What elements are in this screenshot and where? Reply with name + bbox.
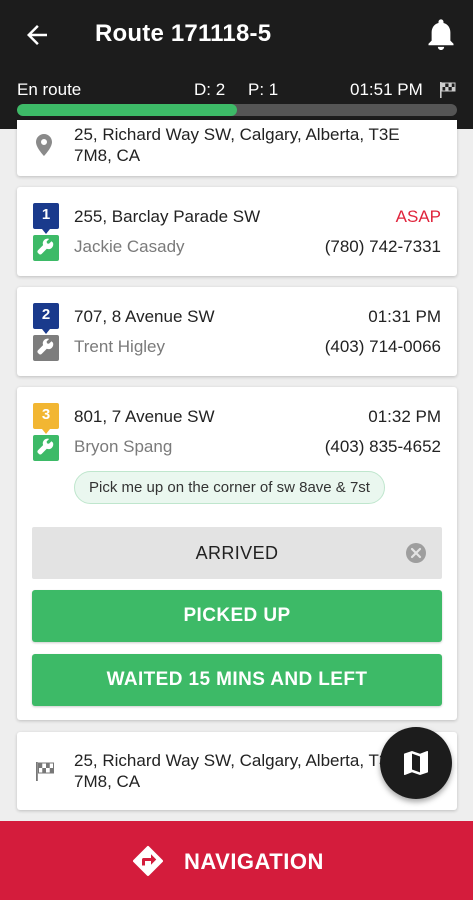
route-progress-fill: [17, 104, 237, 116]
passenger-phone[interactable]: (780) 742-7331: [325, 237, 441, 257]
navigation-turn-icon: [130, 843, 166, 879]
passenger-name: Trent Higley: [74, 337, 166, 356]
map-icon: [404, 751, 428, 775]
stop-time: 01:32 PM: [368, 407, 441, 426]
arrived-label: ARRIVED: [195, 543, 279, 563]
navigation-label: NAVIGATION: [184, 849, 324, 874]
passenger-phone[interactable]: (403) 835-4652: [325, 437, 441, 457]
map-button[interactable]: [380, 727, 452, 799]
navigation-button[interactable]: NAVIGATION: [0, 821, 473, 900]
app-bar: Route 171118-5: [0, 0, 473, 72]
route-progress-bar: [17, 104, 457, 116]
dropoff-count: D: 2: [194, 80, 226, 99]
origin-address: 25, Richard Way SW, Calgary, Alberta, T3…: [74, 125, 400, 165]
stop-address: 707, 8 Avenue SW: [74, 307, 215, 326]
origin-card[interactable]: 25, Richard Way SW, Calgary, Alberta, T3…: [17, 120, 457, 176]
passenger-phone[interactable]: (403) 714-0066: [325, 337, 441, 357]
location-pin-icon: [35, 134, 53, 156]
stop-number-badge: 1: [33, 203, 59, 234]
stop-number-badge: 3: [33, 403, 59, 434]
stop-address: 801, 7 Avenue SW: [74, 407, 215, 426]
back-arrow-icon[interactable]: [22, 20, 52, 50]
waited-and-left-button[interactable]: WAITED 15 MINS AND LEFT: [32, 654, 442, 706]
stop-card-3: 3 801, 7 Avenue SW 01:32 PM Bryon Spang …: [17, 387, 457, 720]
page-title: Route 171118-5: [95, 20, 272, 47]
wrench-icon: [33, 235, 59, 261]
stop-card-2[interactable]: 2 707, 8 Avenue SW 01:31 PM Trent Higley…: [17, 287, 457, 376]
bell-icon[interactable]: [426, 18, 456, 52]
clear-icon[interactable]: [405, 542, 427, 564]
passenger-note: Pick me up on the corner of sw 8ave & 7s…: [74, 471, 385, 504]
stop-time: 01:31 PM: [368, 307, 441, 326]
stop-number-badge: 2: [33, 303, 59, 334]
pickup-count: P: 1: [248, 80, 279, 99]
destination-address: 25, Richard Way SW, Calgary, Alberta, T3…: [74, 751, 400, 791]
checkered-flag-icon: [439, 81, 457, 99]
wrench-icon: [33, 435, 59, 461]
passenger-name: Jackie Casady: [74, 237, 185, 256]
passenger-name: Bryon Spang: [74, 437, 173, 456]
stop-card-1[interactable]: 1 255, Barclay Parade SW ASAP Jackie Cas…: [17, 187, 457, 276]
arrived-status: ARRIVED: [32, 527, 442, 579]
eta-time: 01:51 PM: [350, 80, 423, 99]
checkered-flag-icon: [34, 760, 56, 782]
stop-address: 255, Barclay Parade SW: [74, 207, 261, 226]
picked-up-button[interactable]: PICKED UP: [32, 590, 442, 642]
route-state: En route: [17, 80, 82, 99]
wrench-icon: [33, 335, 59, 361]
stop-time: ASAP: [395, 207, 441, 226]
